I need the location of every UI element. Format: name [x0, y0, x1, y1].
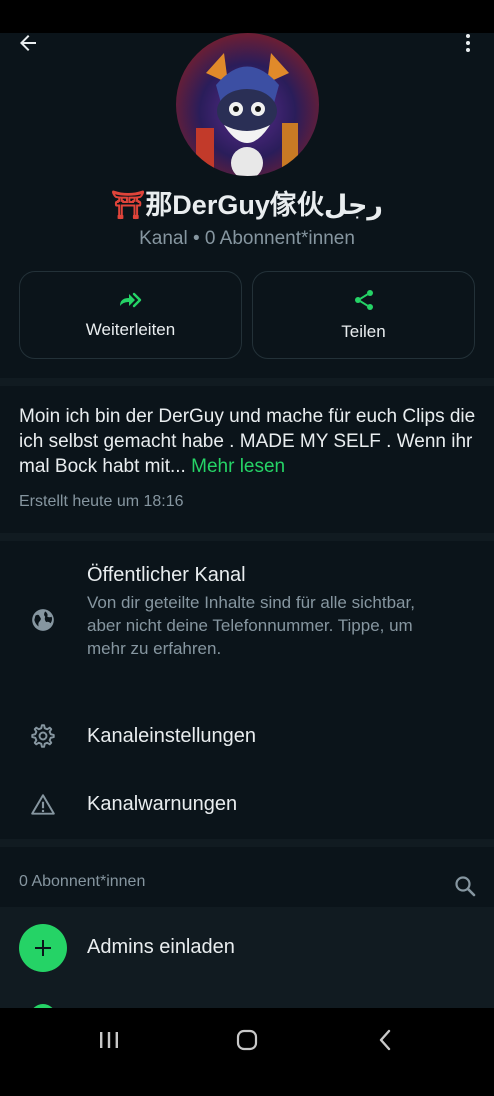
home-button[interactable]: [222, 1022, 272, 1058]
arrow-left-icon: [20, 35, 36, 51]
invite-admins-avatar: [19, 924, 67, 972]
recent-apps-button[interactable]: [84, 1022, 134, 1058]
public-channel-title: Öffentlicher Kanal: [87, 564, 246, 586]
channel-warnings-title: Kanalwarnungen: [87, 793, 238, 815]
system-back-button[interactable]: [360, 1022, 410, 1058]
share-icon: [354, 290, 373, 310]
double-forward-arrow-icon: [119, 292, 141, 308]
channel-description[interactable]: Moin ich bin der DerGuy und mache für eu…: [19, 404, 479, 479]
back-button[interactable]: [8, 33, 48, 63]
chevron-left-icon: [379, 1029, 391, 1051]
channel-avatar[interactable]: [176, 33, 319, 176]
channel-title: ⛩那DerGuy傢伙رجل: [0, 183, 494, 222]
status-bar: [0, 0, 494, 33]
plus-icon: [35, 940, 51, 956]
system-navigation-bar: [0, 1008, 494, 1096]
forward-button[interactable]: Weiterleiten: [19, 271, 242, 359]
search-icon: [455, 876, 476, 897]
subscriber-count: 0 Abonnent*innen: [19, 873, 146, 890]
avatar-illustration: [196, 53, 298, 176]
invite-admins-label: Admins einladen: [87, 936, 235, 958]
three-dots-vertical-icon: [466, 34, 470, 52]
public-channel-subtitle: Von dir geteilte Inhalte sind für alle s…: [87, 593, 415, 658]
globe-icon: [28, 605, 58, 635]
more-options-button[interactable]: [448, 33, 488, 63]
read-more-link[interactable]: Mehr lesen: [191, 456, 285, 477]
section-divider: [0, 839, 494, 847]
created-timestamp: Erstellt heute um 18:16: [19, 493, 184, 510]
section-divider: [0, 378, 494, 386]
gear-icon: [28, 721, 58, 751]
torii-emoji: ⛩: [111, 190, 146, 220]
channel-info-screen: ⛩那DerGuy傢伙رجل Kanal • 0 Abonnent*innen W…: [0, 33, 494, 1008]
forward-label: Weiterleiten: [85, 320, 176, 339]
search-subscribers-button[interactable]: [450, 871, 480, 901]
home-icon: [236, 1029, 258, 1051]
channel-settings-title: Kanaleinstellungen: [87, 725, 257, 747]
invite-admins-row[interactable]: Admins einladen: [0, 907, 494, 1008]
share-label: Teilen: [341, 322, 386, 341]
recent-apps-icon: [100, 1032, 118, 1048]
channel-subtitle: Kanal • 0 Abonnent*innen: [139, 228, 355, 249]
warning-triangle-icon: [28, 790, 58, 820]
channel-name: 那DerGuy傢伙رجل: [145, 190, 383, 220]
section-divider: [0, 533, 494, 541]
share-button[interactable]: Teilen: [252, 271, 475, 359]
